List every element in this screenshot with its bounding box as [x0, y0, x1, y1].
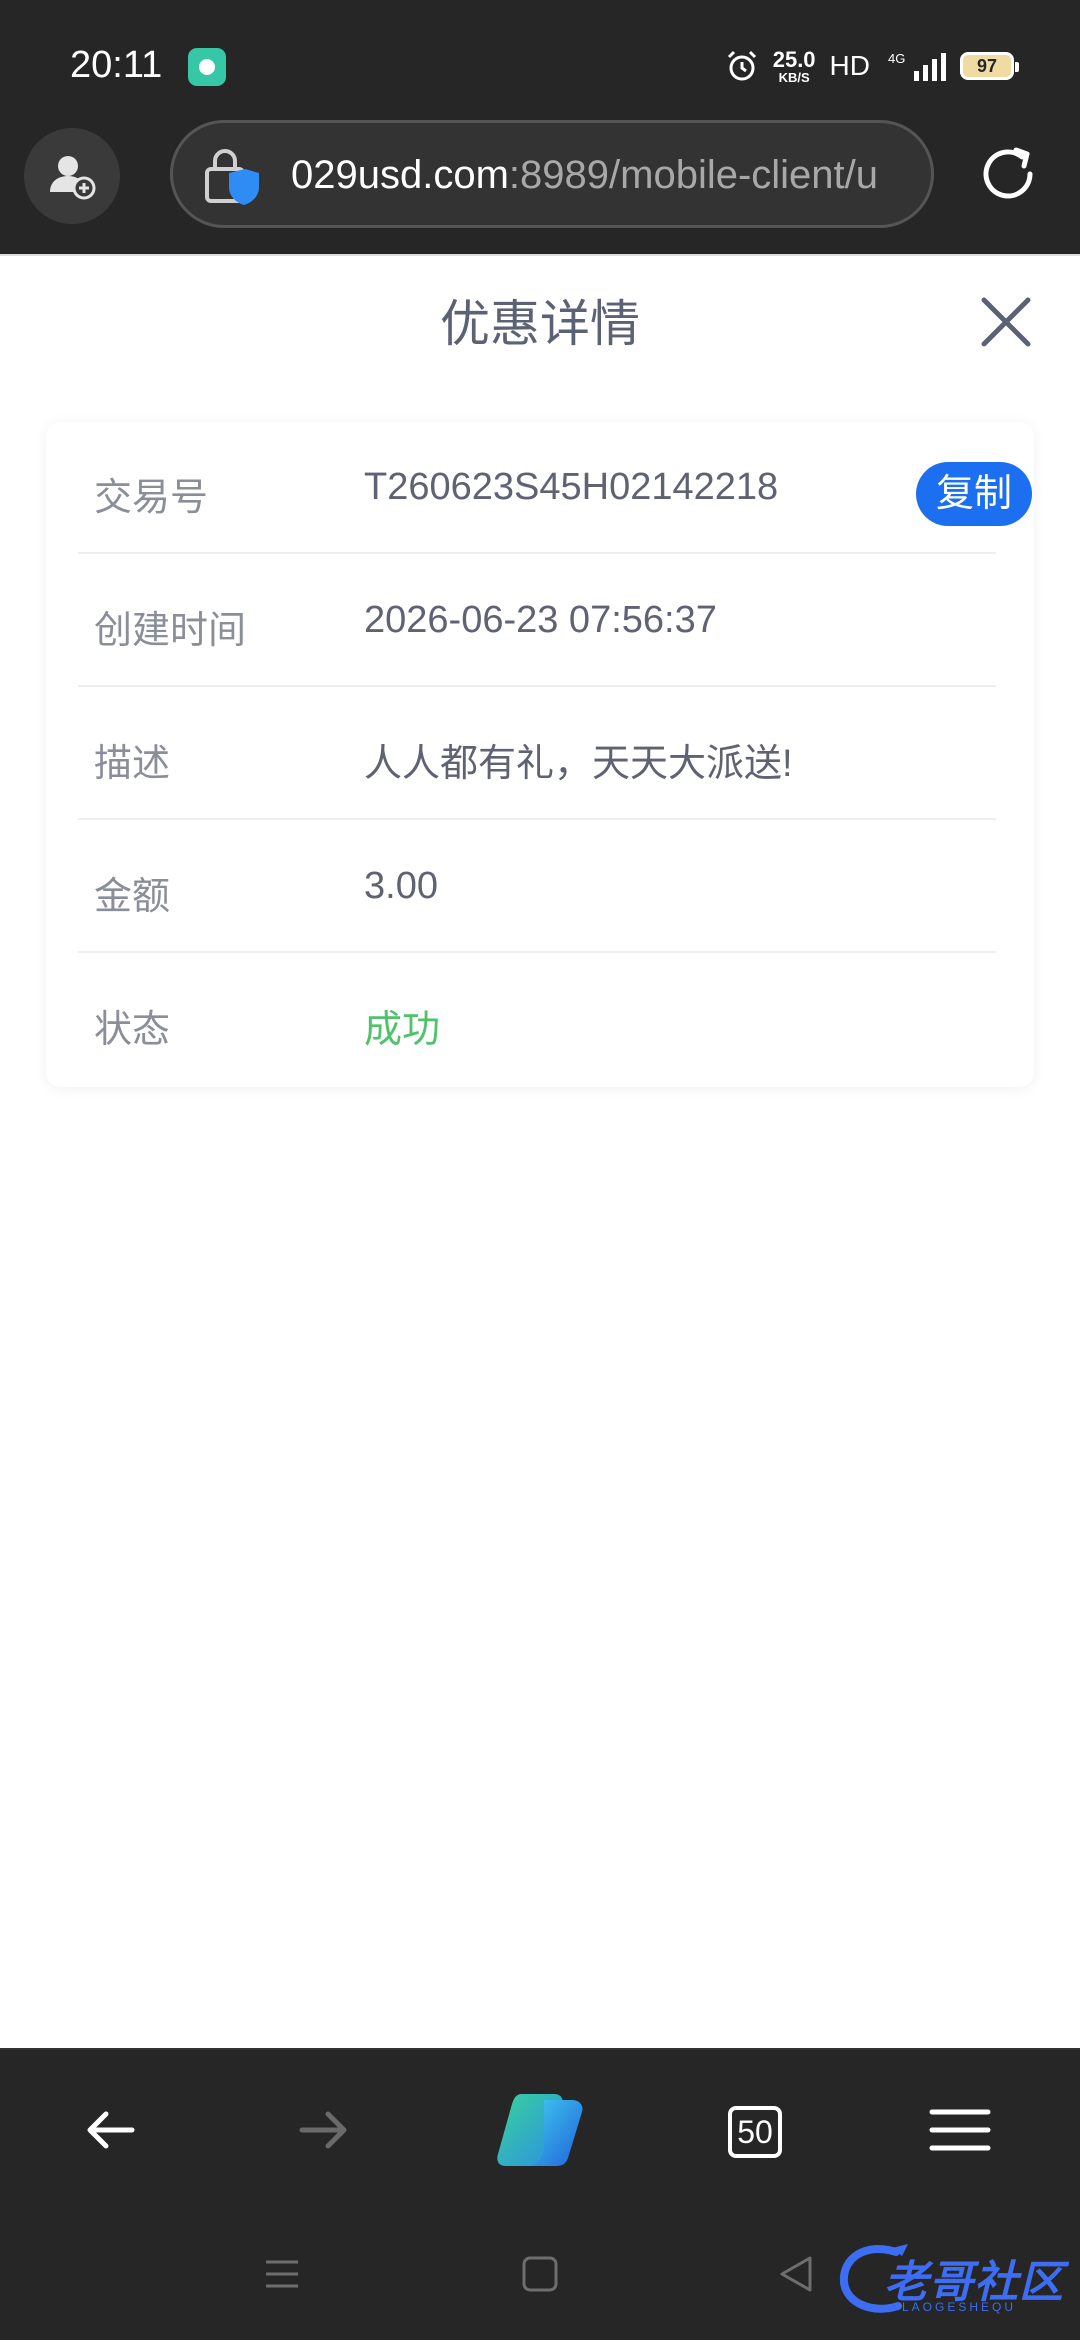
status-indicators: 25.0 KB/S HD 4G 97: [725, 44, 1019, 88]
battery-indicator: 97: [960, 52, 1019, 80]
status-value: 成功: [364, 1009, 441, 1051]
detail-row-transaction-id: 交易号 T260623S45H02142218 复制: [78, 422, 1032, 554]
close-icon[interactable]: [976, 292, 1036, 352]
created-time-value: 2026-06-23 07:56:37: [364, 599, 717, 641]
recents-icon[interactable]: [260, 2252, 304, 2296]
hamburger-menu-icon[interactable]: [924, 2094, 996, 2166]
alarm-icon: [727, 50, 756, 81]
detail-row-created-time: 创建时间 2026-06-23 07:56:37: [78, 555, 996, 687]
add-user-icon: [50, 156, 96, 200]
row-label: 金额: [94, 876, 171, 918]
status-bar: 20:11 25.0 KB/S HD 4G 97: [0, 0, 1080, 120]
hd-label: HD: [829, 50, 870, 81]
browser-toolbar: 029usd.com:8989/mobile-client/u: [0, 120, 1080, 254]
url-text[interactable]: 029usd.com:8989/mobile-client/u: [291, 153, 878, 198]
row-label: 创建时间: [94, 610, 247, 652]
network-type: 4G: [888, 51, 905, 66]
copy-button[interactable]: 复制: [916, 462, 1032, 526]
status-time: 20:11: [70, 44, 163, 86]
forward-arrow-icon[interactable]: [288, 2094, 360, 2166]
row-label: 描述: [94, 743, 171, 785]
description-value: 人人都有礼，天天大派送!: [364, 743, 793, 785]
lock-shield-icon[interactable]: [203, 147, 261, 207]
detail-row-amount: 金额 3.00: [78, 821, 996, 953]
detail-row-description: 描述 人人都有礼，天天大派送!: [78, 688, 996, 820]
detail-row-status: 状态 成功: [78, 954, 996, 1086]
page-content: 交易号 T260623S45H02142218 复制 创建时间 2026-06-…: [0, 374, 1080, 2048]
page-header: 优惠详情: [0, 254, 1080, 374]
browser-bottom-bar: 50: [0, 2048, 1080, 2208]
url-path: :8989/mobile-client/u: [508, 153, 879, 197]
profile-button[interactable]: [24, 128, 120, 224]
transaction-id-value: T260623S45H02142218: [364, 466, 779, 508]
detail-card: 交易号 T260623S45H02142218 复制 创建时间 2026-06-…: [46, 422, 1034, 1087]
amount-value: 3.00: [364, 865, 438, 907]
copilot-icon[interactable]: [492, 2090, 588, 2170]
home-icon[interactable]: [518, 2252, 562, 2296]
address-bar[interactable]: 029usd.com:8989/mobile-client/u: [170, 120, 934, 228]
url-host: 029usd.com: [291, 153, 509, 197]
watermark-logo: 老哥社区 LAOGESHEQU: [836, 2236, 1066, 2322]
back-arrow-icon[interactable]: [74, 2094, 146, 2166]
notification-app-icon: [188, 48, 226, 86]
watermark-subtext: LAOGESHEQU: [902, 2300, 1017, 2314]
signal-icon: 4G: [888, 51, 946, 81]
tab-count-button[interactable]: 50: [728, 2106, 782, 2158]
row-label: 状态: [94, 1009, 171, 1051]
network-speed-value: 25.0: [772, 46, 816, 72]
page-title: 优惠详情: [440, 296, 640, 352]
network-speed-unit: KB/S: [778, 69, 810, 85]
reload-icon[interactable]: [972, 138, 1044, 210]
row-label: 交易号: [94, 477, 209, 519]
network-speed: 25.0 KB/S: [772, 46, 816, 85]
back-icon[interactable]: [774, 2252, 818, 2296]
